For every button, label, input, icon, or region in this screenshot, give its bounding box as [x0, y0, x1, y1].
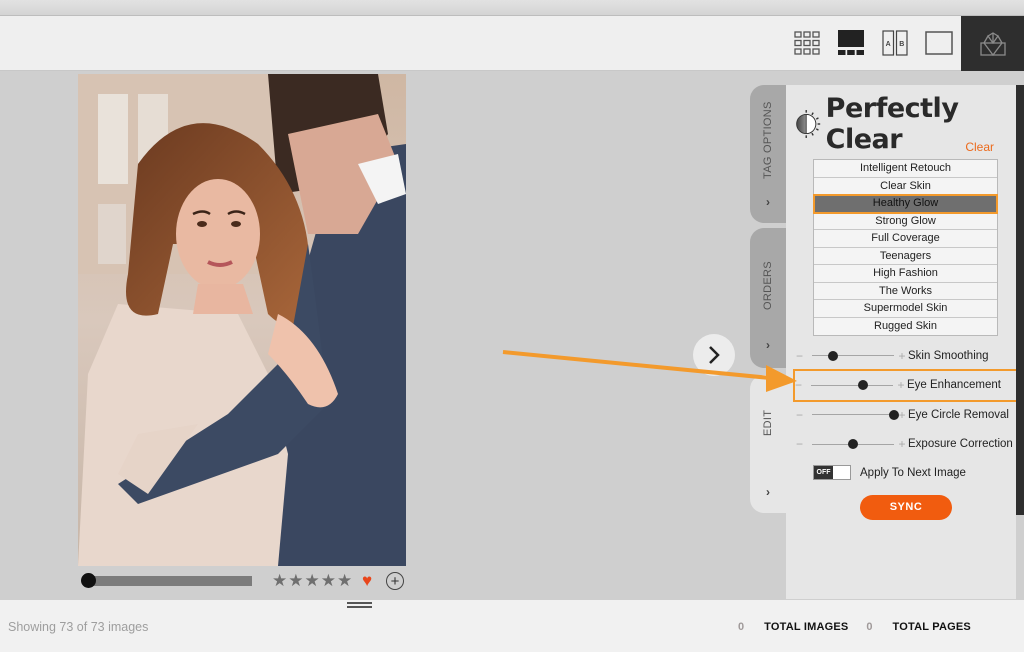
status-footer: Showing 73 of 73 images 0 TOTAL IMAGES 0… [0, 599, 1024, 652]
minus-icon[interactable]: − [795, 378, 811, 392]
clear-preset-link[interactable]: Clear [965, 140, 994, 154]
tab-label: EDIT [762, 409, 774, 436]
total-pages-count: 0 [866, 621, 873, 633]
preset-item[interactable]: Full Coverage [814, 230, 997, 248]
slider-label: Exposure Correction [908, 438, 1013, 451]
slider-exposure-correction: − + Exposure Correction [796, 430, 1016, 460]
compare-ab-icon: A B [882, 30, 908, 56]
plus-icon[interactable]: + [896, 437, 908, 451]
total-images-label: TOTAL IMAGES [764, 621, 849, 633]
chevron-right-icon [709, 346, 720, 364]
apply-next-toggle[interactable]: OFF [813, 465, 851, 480]
preset-item[interactable]: Strong Glow [814, 213, 997, 230]
image-workspace: ★ ★ ★ ★ ★ ♥ + TAG OPTIONS › ORDERS › EDI… [0, 72, 1024, 599]
image-count-text: Showing 73 of 73 images [8, 620, 149, 634]
panel-scrollbar[interactable] [1016, 85, 1024, 515]
totals: 0 TOTAL IMAGES 0 TOTAL PAGES [738, 621, 989, 633]
star-icon[interactable]: ★ [288, 572, 303, 590]
toggle-state: OFF [814, 466, 833, 479]
preset-item-active[interactable]: Healthy Glow [813, 194, 998, 214]
star-icon[interactable]: ★ [272, 572, 287, 590]
apply-next-row: OFF Apply To Next Image [813, 465, 966, 480]
total-pages-label: TOTAL PAGES [892, 621, 971, 633]
favorite-heart-icon[interactable]: ♥ [362, 572, 372, 590]
slider-track[interactable] [812, 409, 899, 420]
tab-label: ORDERS [762, 261, 774, 310]
app-logo-button[interactable] [961, 16, 1024, 71]
plus-icon[interactable]: + [895, 378, 907, 392]
sync-button[interactable]: SYNC [860, 495, 952, 520]
resize-handle[interactable] [347, 602, 372, 608]
tab-edit[interactable]: EDIT › [750, 375, 786, 513]
preset-item[interactable]: Teenagers [814, 248, 997, 265]
slider-knob[interactable] [848, 439, 858, 450]
minus-icon[interactable]: − [796, 408, 812, 422]
apply-next-label: Apply To Next Image [860, 466, 966, 479]
tab-label: TAG OPTIONS [762, 101, 774, 180]
minus-icon[interactable]: − [796, 349, 812, 363]
next-image-button[interactable] [693, 334, 735, 376]
photo-preview[interactable] [78, 74, 406, 566]
chevron-right-icon: › [766, 195, 770, 209]
preset-item[interactable]: Supermodel Skin [814, 300, 997, 318]
slider-track[interactable] [812, 350, 894, 361]
slider-track[interactable] [812, 439, 894, 450]
preset-item[interactable]: High Fashion [814, 265, 997, 283]
image-scrubber-track[interactable] [84, 576, 252, 586]
star-icon[interactable]: ★ [305, 572, 320, 590]
slider-track[interactable] [811, 380, 893, 391]
filmstrip-view-button[interactable] [836, 29, 866, 57]
add-to-order-button[interactable]: + [386, 572, 404, 590]
single-view-icon [925, 31, 953, 55]
preset-item[interactable]: Clear Skin [814, 178, 997, 195]
grid-icon [794, 31, 820, 55]
perfectly-clear-panel: Perfectly Clear Clear Intelligent Retouc… [786, 85, 1018, 599]
photo-controls: ★ ★ ★ ★ ★ ♥ + [78, 572, 418, 592]
couple-photo-image [78, 74, 406, 566]
tab-tag-options[interactable]: TAG OPTIONS › [750, 85, 786, 223]
filmstrip-icon [838, 30, 864, 55]
window-titlebar [0, 0, 1024, 16]
slider-knob[interactable] [857, 380, 868, 391]
tab-orders[interactable]: ORDERS › [750, 228, 786, 368]
preset-item[interactable]: Rugged Skin [814, 318, 997, 336]
plus-icon[interactable]: + [896, 349, 908, 363]
preset-list: Intelligent Retouch Clear Skin Healthy G… [813, 159, 998, 336]
slider-label: Eye Circle Removal [908, 408, 1009, 421]
compare-view-button[interactable]: A B [880, 29, 910, 57]
perfectly-clear-sun-icon [796, 110, 821, 138]
total-images-count: 0 [738, 621, 745, 633]
plus-icon: + [390, 572, 400, 590]
preset-item[interactable]: Intelligent Retouch [814, 160, 997, 178]
preset-item[interactable]: The Works [814, 283, 997, 300]
slider-label: Eye Enhancement [907, 379, 1001, 392]
grid-view-button[interactable] [792, 29, 822, 57]
image-scrubber-handle[interactable] [81, 573, 96, 588]
svg-text:A: A [886, 41, 891, 48]
chevron-right-icon: › [766, 338, 770, 352]
slider-eye-circle-removal: − + Eye Circle Removal [796, 400, 1016, 430]
star-icon[interactable]: ★ [321, 572, 336, 590]
slider-skin-smoothing: − + Skin Smoothing [796, 341, 1016, 371]
star-icon[interactable]: ★ [337, 572, 352, 590]
perfectly-clear-logo-icon [979, 31, 1006, 56]
chevron-right-icon: › [766, 485, 770, 499]
slider-label: Skin Smoothing [908, 349, 989, 362]
minus-icon[interactable]: − [796, 437, 812, 451]
single-view-button[interactable] [924, 29, 954, 57]
svg-text:B: B [899, 41, 904, 48]
slider-knob[interactable] [889, 409, 899, 420]
slider-knob[interactable] [827, 350, 838, 361]
slider-eye-enhancement: − + Eye Enhancement [793, 368, 1018, 402]
adjustment-sliders: − + Skin Smoothing − + Eye Enhancement −… [793, 341, 1018, 460]
view-mode-switcher: A B [792, 28, 954, 58]
top-toolbar: A B [0, 16, 1024, 71]
star-rating[interactable]: ★ ★ ★ ★ ★ [272, 572, 352, 590]
